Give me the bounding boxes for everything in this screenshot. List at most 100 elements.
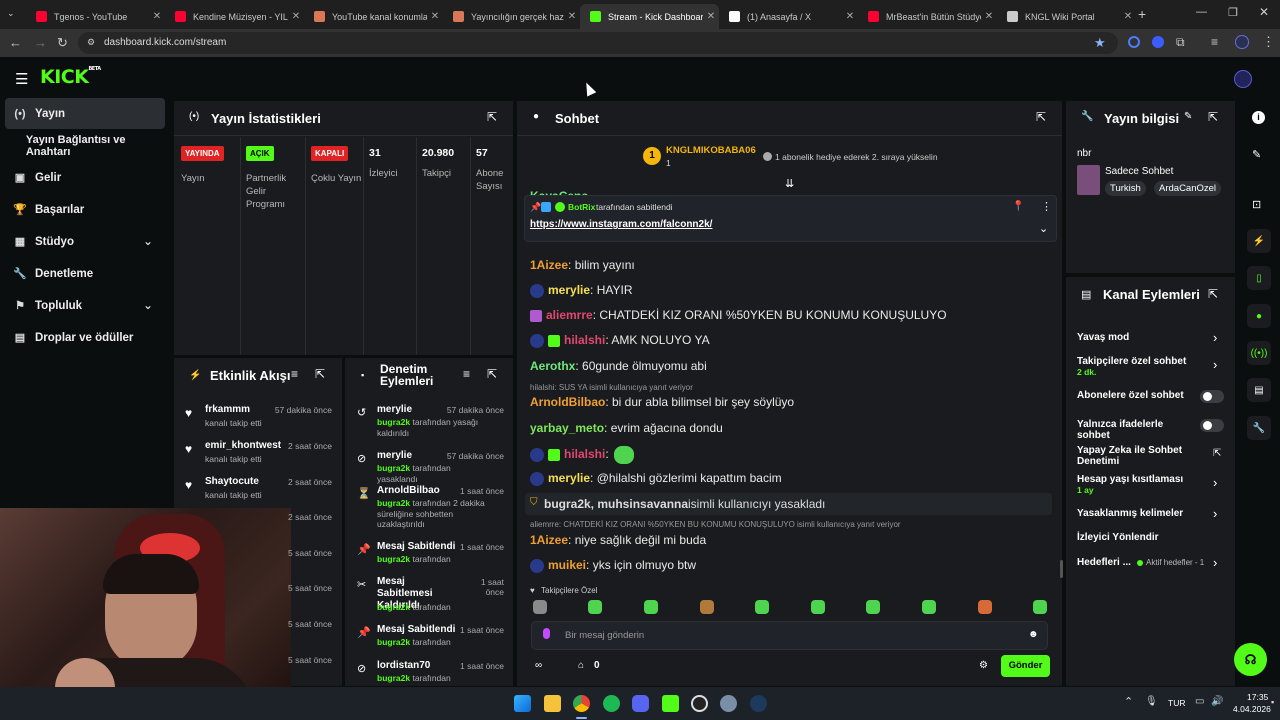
chat-message[interactable]: 1Aizee: bilim yayını [530,258,635,272]
emote-icon[interactable] [866,600,880,614]
chrome-icon[interactable] [573,695,590,712]
chat-username[interactable]: 1Aizee [530,533,568,547]
more-options-icon[interactable]: ⋮ [1041,200,1052,213]
close-tab-icon[interactable]: ✕ [1120,11,1136,22]
channel-action-label[interactable]: Yalnızca ifadelerle sohbet [1077,419,1192,441]
clipboard-icon[interactable]: ▯ [1247,266,1271,290]
chat-username[interactable]: hilalshi [564,447,605,461]
sidebar-item[interactable]: ▤ Droplar ve ödüller [5,322,165,353]
media-icon[interactable]: ≡ [1211,35,1218,49]
chat-username[interactable]: yarbay_meto [530,421,604,435]
close-tab-icon[interactable]: ✕ [703,11,719,22]
hamburger-menu-icon[interactable]: ☰ [15,70,28,88]
settings-icon[interactable] [720,695,737,712]
send-button[interactable]: Gönder [1001,655,1050,677]
chevron-right-icon[interactable]: › [1213,555,1217,570]
url-field[interactable]: ⚙ dashboard.kick.com/stream ★ [78,32,1118,54]
sidebar-item[interactable]: Yayın Bağlantısı ve Anahtarı [5,130,165,161]
maximize-button[interactable]: ❐ [1228,6,1238,19]
moderator-name[interactable]: bugra2k [377,602,410,612]
filter-icon[interactable]: ≡ [291,367,298,381]
chat-username[interactable]: merylie [548,471,590,485]
browser-tab[interactable]: Kendine Müzisyen - YILLA✕ [165,4,304,29]
sidebar-item[interactable]: ▣ Gelir [5,162,165,193]
chat-username[interactable]: Aerothx [530,359,575,373]
filter-icon[interactable]: ≡ [463,367,470,381]
extensions-puzzle-icon[interactable]: ⧉ [1176,35,1185,50]
chat-message[interactable]: ArnoldBilbao: bi dur abla bilimsel bir ş… [530,395,794,409]
popout-icon[interactable]: ⇱ [487,110,497,124]
emote-icon[interactable] [978,600,992,614]
category-name[interactable]: Sadece Sohbet [1105,166,1173,177]
store-icon[interactable]: ⌂ [578,660,584,671]
emote-icon[interactable] [588,600,602,614]
browser-tab[interactable]: YouTube kanal konumlan ✕ [304,4,443,29]
collapse-handle-icon[interactable]: ⇊ [785,177,794,190]
close-tab-icon[interactable]: ✕ [564,11,580,22]
channel-action-label[interactable]: Abonelere özel sohbet [1077,390,1192,401]
channel-action-label[interactable]: Yapay Zeka ile Sohbet Denetimi [1077,445,1202,467]
broadcast-icon[interactable]: ((•)) [1247,341,1271,365]
discord-icon[interactable] [632,695,649,712]
minimize-button[interactable]: — [1196,6,1207,18]
emote-icon[interactable] [1033,600,1047,614]
focus-icon[interactable]: ⊡ [1252,198,1261,211]
tab-search-icon[interactable]: ⌄ [7,8,15,19]
activity-user[interactable]: frkammm [205,404,250,415]
chat-username[interactable]: muikei [548,558,586,572]
chevron-right-icon[interactable]: › [1213,506,1217,521]
browser-tab[interactable]: Tgenos - YouTube ✕ [26,4,165,29]
emote-icon[interactable] [644,600,658,614]
emote-icon[interactable] [700,600,714,614]
sidebar-item[interactable]: 🏆 Başarılar [5,194,165,225]
kick-logo[interactable]: KICKBETA [40,66,101,88]
notification-icon[interactable]: ▪ [1271,697,1274,707]
emote-icon[interactable] [533,600,547,614]
ban-users[interactable]: bugra2k, muhsinsavanna [544,497,688,511]
unpin-icon[interactable]: 📍 [1012,201,1024,212]
chat-username[interactable]: aliemrre [546,308,593,322]
chat-message[interactable]: merylie: HAYIR [530,283,633,298]
moderator-name[interactable]: bugra2k [377,637,410,647]
chevron-right-icon[interactable]: › [1213,475,1217,490]
support-chat-button[interactable]: ☊ [1234,643,1267,676]
emote-icon[interactable] [811,600,825,614]
popout-icon[interactable]: ⇱ [1208,287,1218,301]
popout-icon[interactable]: ⇱ [487,367,497,381]
chat-settings-icon[interactable]: ⚙ [979,660,988,671]
chat-message[interactable]: muikei: yks için olmuyo btw [530,558,696,573]
tag-chip[interactable]: Turkish [1105,181,1146,196]
popout-icon[interactable]: ⇱ [315,367,325,381]
points-icon[interactable]: ∞ [535,660,542,671]
chat-message[interactable]: merylie: @hilalshi gözlerimi kapattım ba… [530,471,782,486]
chat-scrollbar[interactable] [1060,560,1063,578]
close-tab-icon[interactable]: ✕ [288,11,304,22]
extension-icon[interactable] [1152,36,1164,48]
tray-chevron-icon[interactable]: ⌃ [1124,695,1133,708]
close-tab-icon[interactable]: ✕ [842,11,858,22]
info-icon[interactable]: i [1252,111,1265,124]
browser-tab[interactable]: Stream - Kick Dashboard ✕ [580,4,719,29]
start-icon[interactable] [514,695,531,712]
external-link-icon[interactable]: ⇱ [1213,448,1221,459]
chat-username[interactable]: ArnoldBilbao [530,395,605,409]
back-icon[interactable]: ← [9,35,22,50]
chevron-right-icon[interactable]: › [1213,330,1217,345]
browser-tab[interactable]: Yayıncılığın gerçek hazırlı ✕ [443,4,580,29]
network-icon[interactable]: ▭ [1195,696,1204,707]
emote-icon[interactable] [922,600,936,614]
chat-bubble-icon[interactable]: ● [1247,304,1271,328]
activity-user[interactable]: emir_khontwest [205,440,281,451]
chat-message[interactable]: hilalshi: [530,446,635,464]
sidebar-item[interactable]: ⚑ Topluluk [5,290,165,321]
chat-message[interactable]: Aerothx: 60gunde ölmuyomu abi [530,359,707,373]
sidebar-item[interactable]: ▦ Stüdyo [5,226,165,257]
moderator-name[interactable]: bugra2k [377,673,410,683]
chat-message[interactable]: hilalshi: AMK NOLUYO YA [530,333,710,348]
edit-icon[interactable]: ✎ [1184,111,1192,122]
moderator-name[interactable]: bugra2k [377,498,410,508]
chat-message[interactable]: aliemrre: CHATDEKİ KIZ ORANI %50YKEN BU … [530,308,947,322]
close-tab-icon[interactable]: ✕ [149,11,165,22]
tag-chip[interactable]: ArdaCanOzel [1154,181,1222,196]
channel-action-label[interactable]: Hesap yaşı kısıtlaması [1077,474,1192,485]
